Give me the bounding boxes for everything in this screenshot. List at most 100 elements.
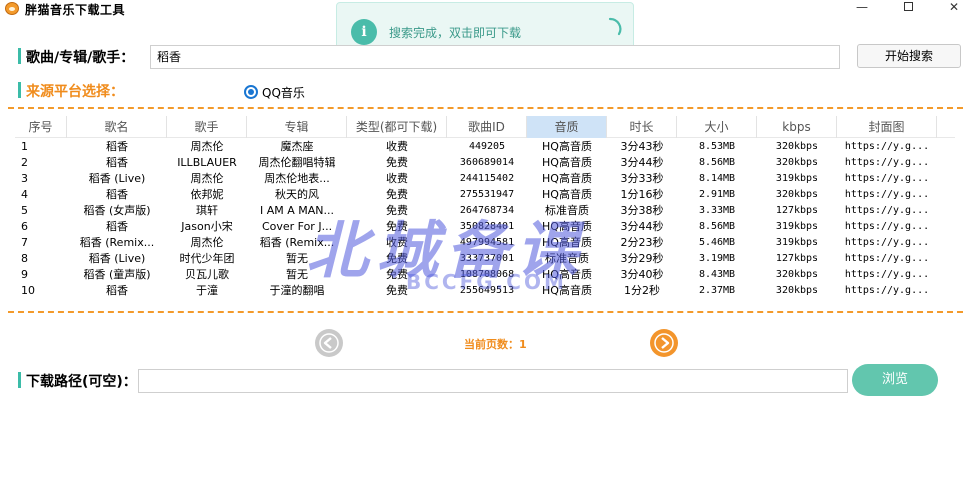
cell-row-index: 10 [21,284,35,297]
cell-row-index: 2 [21,156,28,169]
cell-cover-url: https://y.g... [844,269,930,280]
cell-row-index: 3 [21,172,28,185]
table-row[interactable]: 8 稻香 (Live) 时代少年团 暂无 免费 333737001 标准音质 3分29秒 3.1… [15,251,955,267]
cell-row-index: 4 [21,188,28,201]
cell-quality: HQ高音质 [542,236,592,249]
column-header[interactable]: 歌手 [167,116,247,138]
column-header-active[interactable]: 音质 [527,116,607,138]
arrow-right-icon [654,333,674,353]
cell-quality: HQ高音质 [542,220,592,233]
cell-duration: 3分29秒 [620,252,664,265]
cell-bitrate: 320kbps [775,189,819,200]
results-table-header: 序号 歌名 歌手 专辑 类型(都可下载) 歌曲ID 音质 时长 大小 kbps … [15,116,955,138]
cell-artist: 周杰伦 [190,140,224,153]
cell-album: 于潼的翻唱 [269,284,325,297]
cell-row-index: 5 [21,204,28,217]
download-accent-bar [18,372,21,388]
cell-bitrate: 319kbps [775,221,819,232]
column-header[interactable]: 序号 [15,116,67,138]
cell-file-size: 3.19MB [698,253,736,264]
cell-song-type: 免费 [386,252,408,265]
cell-artist: 于潼 [196,284,218,297]
column-header[interactable]: 时长 [607,116,677,138]
cell-artist: 贝瓦儿歌 [185,268,229,281]
loading-icon [608,17,622,36]
column-header[interactable]: 专辑 [247,116,347,138]
divider-bottom [8,311,963,313]
table-row[interactable]: 7 稻香 (Remix... 周杰伦 稻香 (Remix... 收费 497994581 H… [15,235,955,251]
cell-bitrate: 320kbps [775,285,819,296]
table-row[interactable]: 1 稻香 周杰伦 魔杰座 收费 449205 HQ高音质 3分43秒 8.53MB 320kbps… [15,139,955,155]
next-page-button[interactable] [650,329,678,357]
cell-quality: HQ高音质 [542,268,592,281]
cell-song-id: 333737001 [459,253,515,264]
cell-album: 秋天的风 [275,188,319,201]
cell-bitrate: 320kbps [775,269,819,280]
download-path-input[interactable] [138,369,848,393]
search-input[interactable]: 稻香 [150,45,840,69]
table-row[interactable]: 2 稻香 ILLBLAUER 周杰伦翻唱特辑 免费 360689014 HQ高音质 3分44秒… [15,155,955,171]
arrow-left-icon [319,333,339,353]
cell-row-index: 7 [21,236,28,249]
cell-song-name: 稻香 [106,220,128,233]
browse-button[interactable]: 浏览 [852,364,938,396]
cell-album: 周杰伦地表... [264,172,330,185]
maximize-button[interactable] [885,0,931,16]
column-header[interactable]: 封面图 [837,116,937,138]
cell-song-name: 稻香 [106,284,128,297]
cell-song-id: 275531947 [459,189,515,200]
cell-duration: 3分43秒 [620,140,664,153]
cell-duration: 3分44秒 [620,156,664,169]
cell-artist: 琪轩 [196,204,218,217]
platform-accent-bar [18,82,21,98]
column-header[interactable]: 类型(都可下载) [347,116,447,138]
divider-top [8,107,963,109]
cell-file-size: 8.14MB [698,173,736,184]
cell-song-type: 收费 [386,236,408,249]
table-row[interactable]: 9 稻香 (童声版) 贝瓦儿歌 暂无 免费 108708068 HQ高音质 3分40秒 8.43… [15,267,955,283]
cell-song-id: 108708068 [459,269,515,280]
cell-song-id: 255649513 [459,285,515,296]
table-row[interactable]: 3 稻香 (Live) 周杰伦 周杰伦地表... 收费 244115402 HQ高音质 3分3… [15,171,955,187]
close-button[interactable]: ✕ [931,0,971,16]
start-search-button[interactable]: 开始搜索 [857,44,961,68]
cell-file-size: 5.46MB [698,237,736,248]
cell-quality: 标准音质 [545,252,589,265]
cell-song-name: 稻香 (Remix... [79,236,155,249]
cell-song-type: 免费 [386,156,408,169]
cell-cover-url: https://y.g... [844,253,930,264]
cell-artist: 周杰伦 [190,172,224,185]
cell-cover-url: https://y.g... [844,141,930,152]
prev-page-button[interactable] [315,329,343,357]
cell-song-id: 350828401 [459,221,515,232]
cell-cover-url: https://y.g... [844,173,930,184]
cell-duration: 3分38秒 [620,204,664,217]
column-header[interactable]: 歌名 [67,116,167,138]
cell-album: 暂无 [286,268,308,281]
column-header[interactable]: 大小 [677,116,757,138]
cell-file-size: 8.53MB [698,141,736,152]
column-header[interactable]: 歌曲ID [447,116,527,138]
column-header[interactable]: kbps [757,116,837,138]
minimize-button[interactable]: — [839,0,885,16]
cell-artist: Jason小宋 [181,220,233,233]
qq-music-radio[interactable] [244,85,258,99]
info-icon: i [351,19,377,45]
cell-cover-url: https://y.g... [844,237,930,248]
cell-bitrate: 319kbps [775,173,819,184]
table-row[interactable]: 6 稻香 Jason小宋 Cover For J... 免费 350828401 HQ高音质… [15,219,955,235]
qq-music-label[interactable]: QQ音乐 [262,84,305,101]
table-row[interactable]: 4 稻香 依邦妮 秋天的风 免费 275531947 HQ高音质 1分16秒 2.91MB 320… [15,187,955,203]
table-row[interactable]: 5 稻香 (女声版) 琪轩 I AM A MAN... 免费 264768734 标准音质 3… [15,203,955,219]
cell-cover-url: https://y.g... [844,189,930,200]
cell-row-index: 6 [21,220,28,233]
cell-file-size: 3.33MB [698,205,736,216]
table-row[interactable]: 10 稻香 于潼 于潼的翻唱 免费 255649513 HQ高音质 1分2秒 2.37MB 320… [15,283,955,299]
cat-icon [5,2,19,15]
cell-album: Cover For J... [261,220,333,233]
cell-song-type: 免费 [386,204,408,217]
cell-bitrate: 320kbps [775,141,819,152]
cell-bitrate: 127kbps [775,253,819,264]
cell-song-id: 264768734 [459,205,515,216]
cell-song-name: 稻香 (Live) [88,172,146,185]
